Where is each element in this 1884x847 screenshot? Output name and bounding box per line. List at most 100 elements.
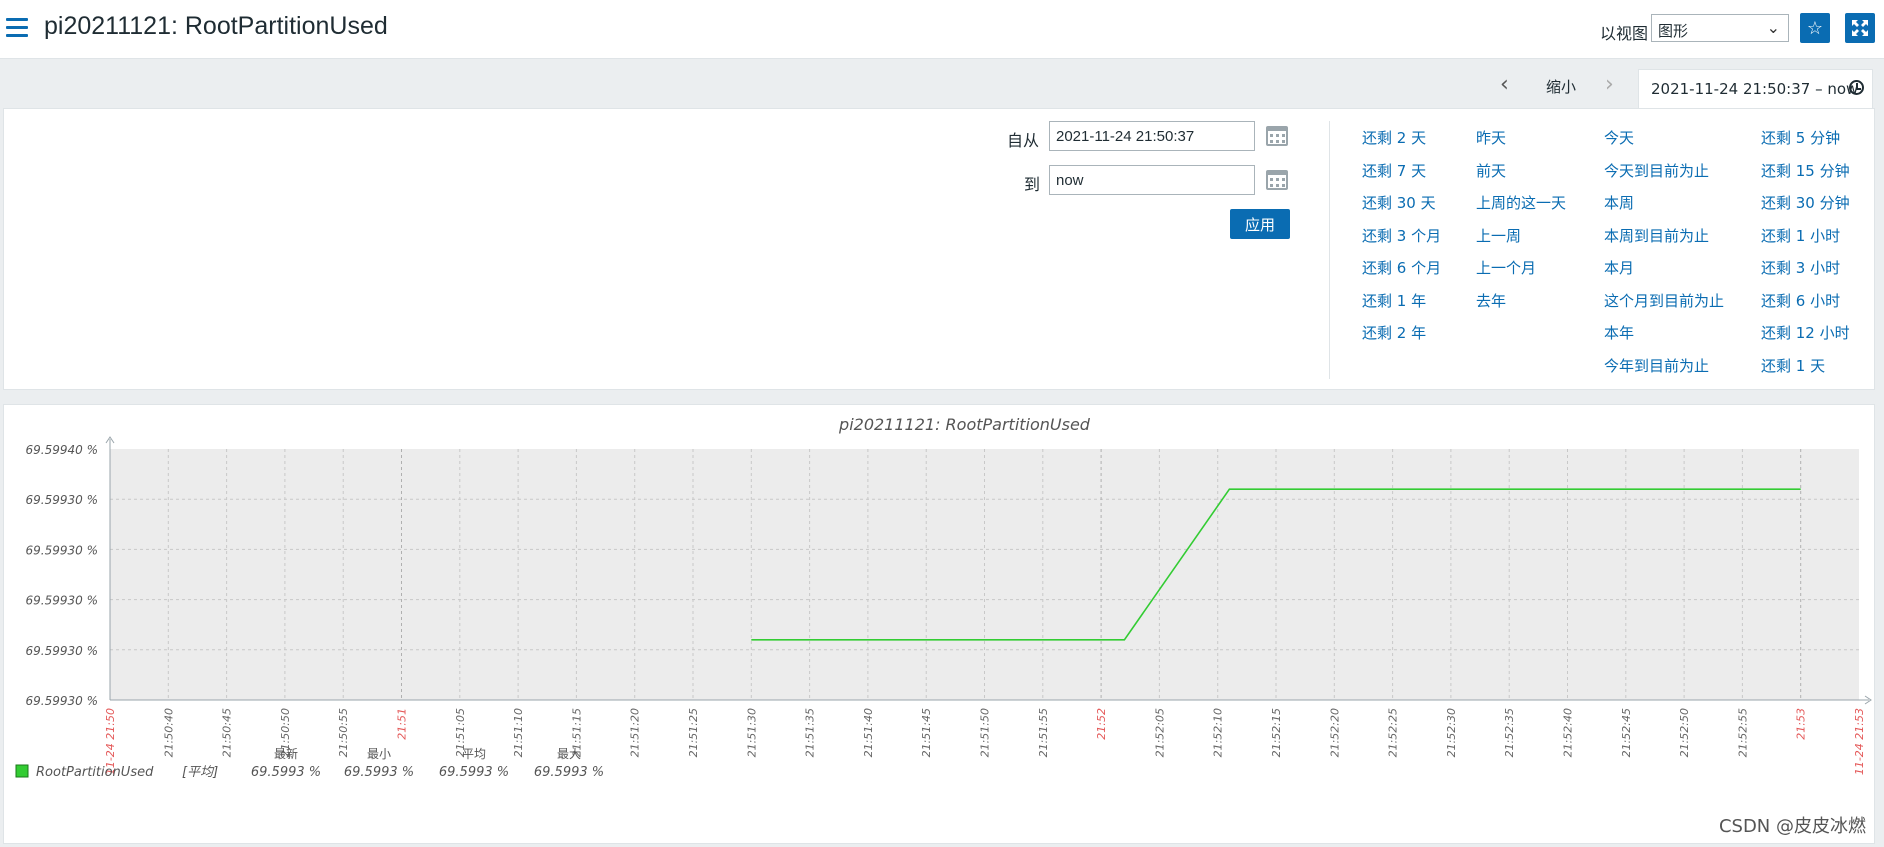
quick-range-link[interactable]: 本年 (1604, 322, 1634, 343)
time-range-text: 2021-11-24 21:50:37 – now (1651, 80, 1859, 98)
quick-range-link[interactable]: 今年到目前为止 (1604, 355, 1709, 376)
chart-title: pi20211121: RootPartitionUsed (838, 415, 1091, 434)
x-tick-label: 21:51:25 (687, 708, 700, 757)
x-tick-label: 21:52:55 (1736, 708, 1749, 757)
legend-value: 69.5993 % (439, 765, 509, 780)
x-tick-label: 21:50:55 (337, 708, 350, 757)
quick-range-link[interactable]: 今天到目前为止 (1604, 160, 1709, 181)
x-tick-label: 21:53 (1795, 708, 1808, 740)
quick-range-link[interactable]: 本周 (1604, 192, 1634, 213)
quick-range-link[interactable]: 上一周 (1476, 225, 1521, 246)
quick-range-link[interactable]: 昨天 (1476, 127, 1506, 148)
menu-icon[interactable] (6, 18, 28, 37)
fullscreen-button[interactable] (1845, 13, 1875, 43)
y-tick-label: 69.59930 % (26, 594, 98, 608)
quick-range-link[interactable]: 还剩 6 个月 (1362, 257, 1441, 278)
x-tick-label: 21:51:50 (979, 708, 992, 757)
quick-range-link[interactable]: 还剩 12 小时 (1761, 322, 1850, 343)
quick-range-link[interactable]: 上周的这一天 (1476, 192, 1566, 213)
graph-panel: pi20211121: RootPartitionUsed 69.59940 % 6… (3, 404, 1875, 844)
favorite-star-button[interactable]: ☆ (1800, 13, 1830, 43)
quick-range-link[interactable]: 还剩 5 分钟 (1761, 127, 1840, 148)
x-tick-label: 21:51:30 (745, 708, 758, 757)
x-tick-label: 21:50:40 (162, 708, 175, 757)
quick-range-link[interactable]: 还剩 1 天 (1761, 355, 1825, 376)
x-tick-label: 21:52:50 (1678, 708, 1691, 757)
divider (1329, 121, 1330, 379)
quick-range-link[interactable]: 前天 (1476, 160, 1506, 181)
quick-range-link[interactable]: 还剩 2 年 (1362, 322, 1426, 343)
quick-range-link[interactable]: 还剩 6 小时 (1761, 290, 1840, 311)
y-tick-label: 69.59930 % (26, 493, 98, 507)
x-tick-label: 21:51:35 (804, 708, 817, 757)
view-as-select[interactable]: 图形 ⌄ (1651, 14, 1789, 42)
legend-header: 最新 (274, 746, 298, 761)
quick-range-link[interactable]: 本月 (1604, 257, 1634, 278)
x-tick-label: 21:52:25 (1387, 708, 1400, 757)
x-tick-label: 21:52:05 (1153, 708, 1166, 757)
time-prev-icon[interactable]: ‹ (1500, 72, 1509, 97)
y-tick-label: 69.59940 % (26, 443, 98, 457)
quick-range-link[interactable]: 上一个月 (1476, 257, 1536, 278)
from-label: 自从 (1007, 131, 1040, 150)
quick-range-link[interactable]: 还剩 7 天 (1362, 160, 1426, 181)
y-tick-label: 69.59930 % (26, 694, 98, 708)
legend-value: 69.5993 % (534, 765, 604, 780)
x-tick-label: 21:52:30 (1445, 708, 1458, 757)
quick-range-link[interactable]: 这个月到目前为止 (1604, 290, 1724, 311)
calendar-icon[interactable] (1266, 126, 1288, 146)
star-icon: ☆ (1806, 17, 1824, 39)
quick-range-link[interactable]: 去年 (1476, 290, 1506, 311)
time-next-icon[interactable]: › (1605, 72, 1614, 97)
calendar-icon[interactable] (1266, 170, 1288, 190)
page-header: pi20211121: RootPartitionUsed 以视图 图形 ⌄ ☆ (0, 0, 1884, 59)
x-tick-label: 21:51:45 (920, 708, 933, 757)
quick-range-link[interactable]: 还剩 30 分钟 (1761, 192, 1850, 213)
x-tick-label: 21:51:55 (1037, 708, 1050, 757)
x-tick-label: 21:51:40 (862, 708, 875, 757)
quick-range-link[interactable]: 还剩 2 天 (1362, 127, 1426, 148)
x-tick-label: 21:52:45 (1620, 708, 1633, 757)
to-input[interactable] (1049, 165, 1255, 195)
clock-icon (1849, 80, 1864, 95)
time-range-tab[interactable]: 2021-11-24 21:50:37 – now (1638, 69, 1873, 109)
legend-header: 最小 (367, 747, 391, 761)
x-tick-label: 21:52:40 (1562, 708, 1575, 757)
from-input[interactable] (1049, 121, 1255, 151)
legend-series-name: RootPartitionUsed (36, 765, 154, 780)
quick-range-link[interactable]: 本周到目前为止 (1604, 225, 1709, 246)
quick-range-link[interactable]: 还剩 30 天 (1362, 192, 1436, 213)
x-tick-label: 21:51:10 (512, 708, 525, 757)
quick-range-link[interactable]: 还剩 3 小时 (1761, 257, 1840, 278)
legend-value: 69.5993 % (344, 765, 414, 780)
y-tick-label: 69.59930 % (26, 543, 98, 557)
quick-range-link[interactable]: 还剩 3 个月 (1362, 225, 1441, 246)
zoom-out-button[interactable]: 缩小 (1546, 76, 1576, 97)
x-tick-label: 21:51 (396, 708, 409, 740)
graph-svg: pi20211121: RootPartitionUsed 69.59940 % 6… (15, 415, 1872, 780)
x-tick-label: 21:50:45 (221, 708, 234, 757)
quick-range-link[interactable]: 还剩 1 小时 (1761, 225, 1840, 246)
legend-function: [平均] (182, 765, 218, 780)
x-tick-label: 21:52:10 (1212, 708, 1225, 757)
quick-range-link[interactable]: 还剩 15 分钟 (1761, 160, 1850, 181)
x-tick-label: 21:52:20 (1328, 708, 1341, 757)
chevron-down-icon: ⌄ (1766, 18, 1780, 37)
quick-range-link[interactable]: 还剩 1 年 (1362, 290, 1426, 311)
fullscreen-icon (1852, 20, 1868, 36)
y-tick-label: 69.59930 % (26, 644, 98, 658)
watermark: CSDN @皮皮冰燃 (1718, 816, 1866, 837)
view-as-value: 图形 (1658, 22, 1689, 40)
legend-swatch (15, 764, 29, 778)
legend-header: 最大 (557, 747, 581, 761)
x-tick-label: 21:52:35 (1503, 708, 1516, 757)
view-as-label: 以视图 (1600, 24, 1649, 43)
to-label: 到 (1024, 175, 1041, 194)
x-tick-label: 21:52 (1095, 708, 1108, 740)
x-tick-label: 21:51:20 (629, 708, 642, 757)
apply-button[interactable]: 应用 (1230, 209, 1290, 239)
quick-range-link[interactable]: 今天 (1604, 127, 1634, 148)
time-filter-panel: 自从 到 应用 还剩 2 天还剩 7 天还剩 30 天还剩 3 个月还剩 6 个… (3, 108, 1875, 390)
page-title: pi20211121: RootPartitionUsed (44, 12, 388, 40)
legend-value: 69.5993 % (251, 765, 321, 780)
